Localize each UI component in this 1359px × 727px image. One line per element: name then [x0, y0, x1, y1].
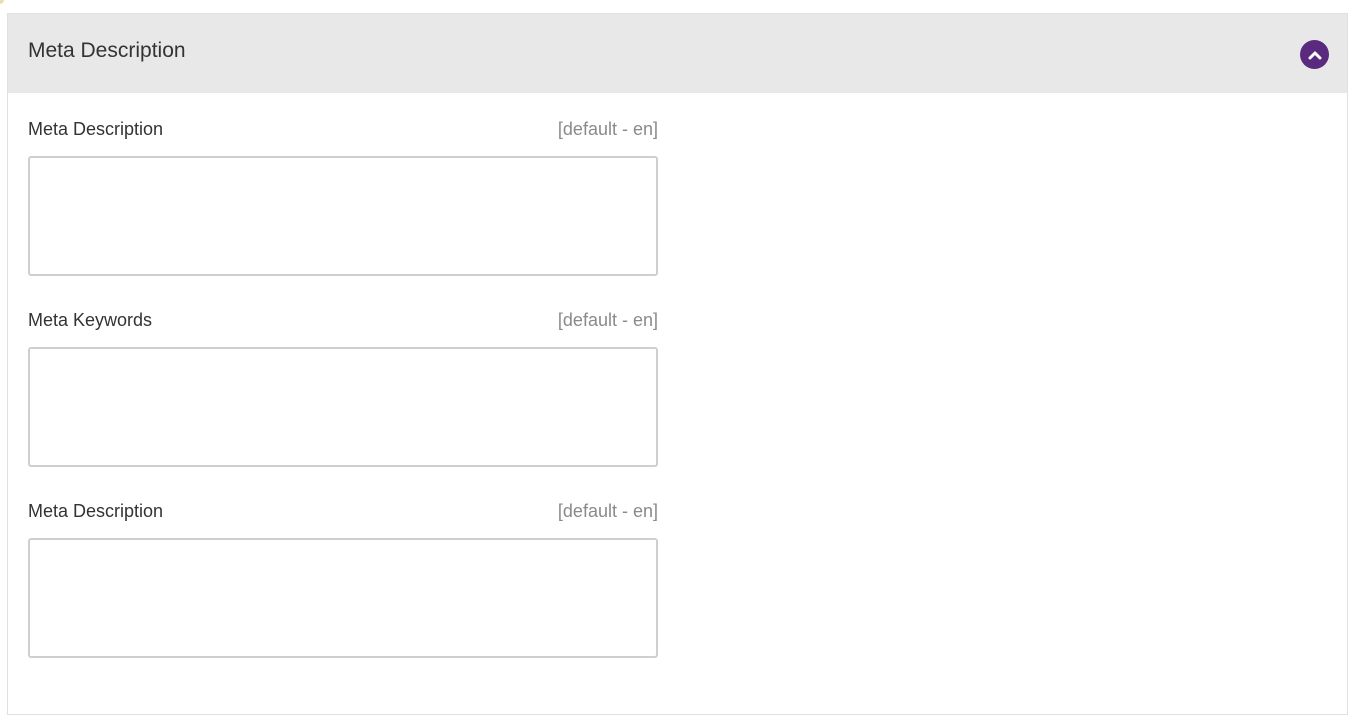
meta-description-label: Meta Description: [28, 119, 164, 139]
meta-description-panel: Meta Description Meta Description [defau…: [7, 13, 1348, 715]
meta-description-label-2: Meta Description: [28, 501, 164, 521]
meta-description-textarea-2[interactable]: [28, 538, 658, 658]
panel-header[interactable]: Meta Description: [8, 14, 1347, 93]
meta-description-scope: [default - en]: [557, 119, 658, 139]
corner-decoration: [0, 0, 4, 4]
collapse-button[interactable]: [1300, 40, 1329, 69]
meta-description-scope-2: [default - en]: [557, 501, 658, 521]
meta-description-textarea[interactable]: [28, 156, 658, 276]
chevron-up-icon: [1308, 51, 1321, 59]
meta-keywords-textarea[interactable]: [28, 347, 658, 467]
meta-keywords-scope: [default - en]: [557, 310, 658, 330]
panel-title: Meta Description: [28, 39, 186, 62]
meta-keywords-label: Meta Keywords: [28, 310, 153, 330]
